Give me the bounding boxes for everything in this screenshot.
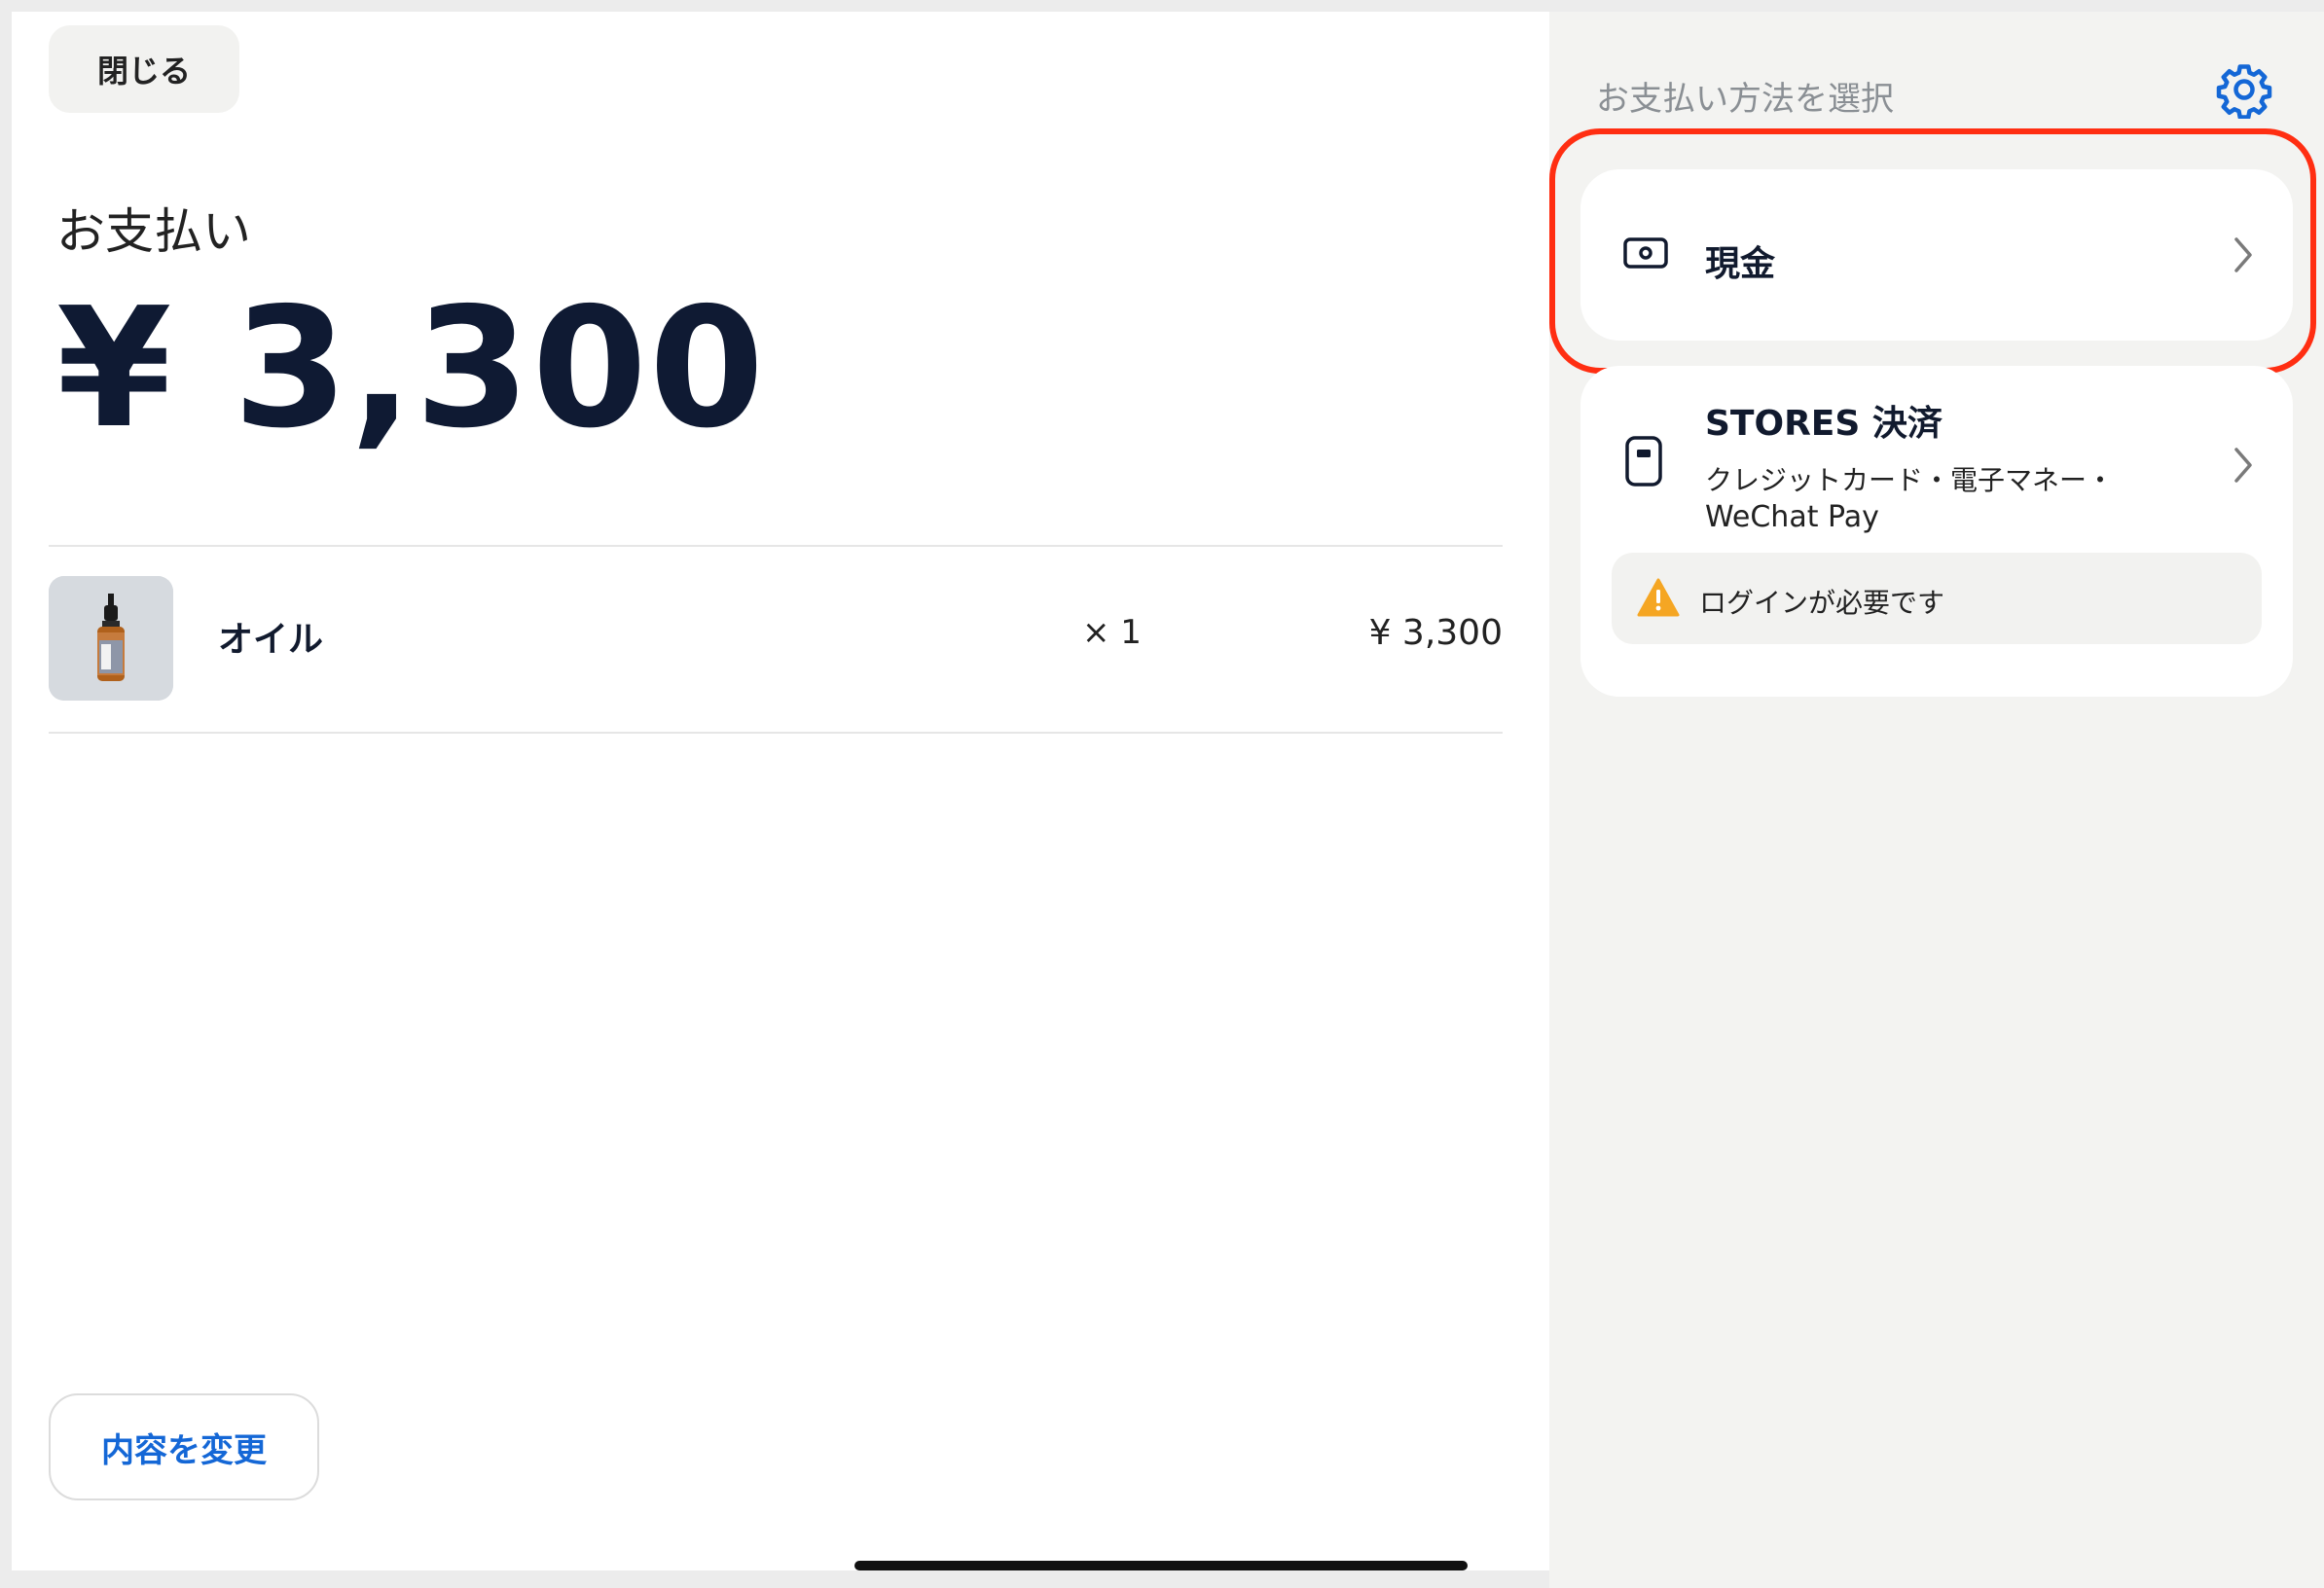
chevron-right-icon (2234, 448, 2252, 483)
divider (49, 732, 1503, 734)
payment-amount: ¥ 3,300 (56, 272, 767, 465)
payment-label: お支払い (56, 203, 251, 260)
stores-option-title: STORES 決済 (1705, 404, 1943, 444)
stores-payment-option[interactable]: STORES 決済 クレジットカード・電子マネー・ WeChat Pay ログイ… (1580, 366, 2293, 697)
stores-option-description: クレジットカード・電子マネー・ (1705, 464, 2115, 496)
order-panel: 閉じる お支払い ¥ 3,300 オイル × 1 ¥ 3,300 内容を変更 (12, 12, 1549, 1570)
item-name: オイル (218, 620, 324, 660)
gear-icon[interactable] (2215, 60, 2273, 119)
item-price: ¥ 3,300 (1368, 613, 1503, 653)
notice-text: ログインが必要です (1699, 587, 1945, 619)
chevron-right-icon (2234, 237, 2252, 272)
home-indicator (854, 1561, 1468, 1570)
login-required-notice: ログインが必要です (1612, 553, 2262, 644)
stores-option-description-2: WeChat Pay (1705, 500, 1879, 534)
close-button[interactable]: 閉じる (49, 25, 239, 113)
payment-methods-panel: お支払い方法を選択 現金 STORES 決済 クレジットカード・電子マネー・ W… (1549, 12, 2324, 1588)
item-quantity: × 1 (1082, 613, 1142, 652)
cash-icon (1623, 237, 1668, 269)
oil-bottle-image (49, 576, 173, 701)
cash-option-label: 現金 (1705, 244, 1776, 284)
divider (49, 545, 1503, 547)
edit-order-button[interactable]: 内容を変更 (49, 1393, 319, 1500)
warning-icon (1637, 578, 1680, 617)
card-reader-icon (1625, 436, 1662, 487)
panel-title: お支払い方法を選択 (1596, 80, 1894, 119)
product-thumbnail (49, 576, 173, 701)
cash-payment-option[interactable]: 現金 (1580, 169, 2293, 341)
